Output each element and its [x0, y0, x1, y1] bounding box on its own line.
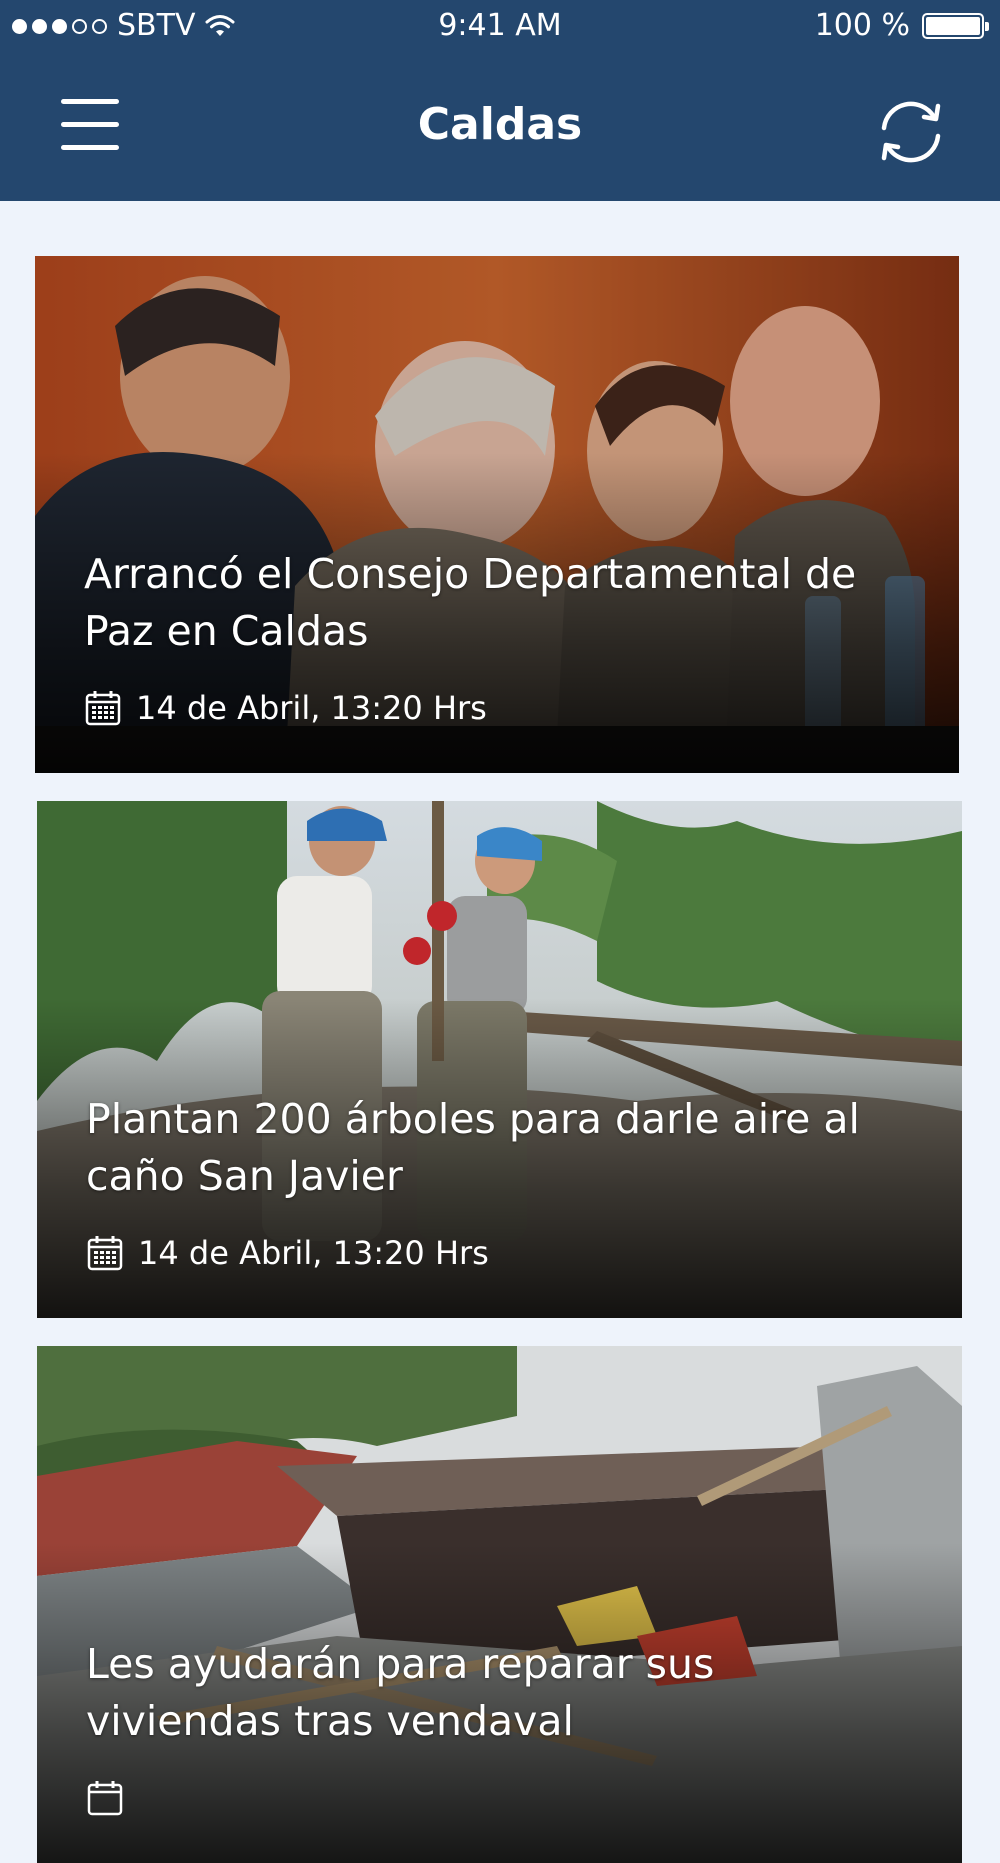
status-right: 100 % [814, 0, 989, 52]
news-date: 14 de Abril, 13:20 Hrs [136, 689, 487, 727]
calendar-icon [85, 691, 121, 726]
calendar-icon [87, 1781, 123, 1816]
news-title: Les ayudarán para reparar sus viviendas … [86, 1640, 715, 1745]
status-bar: SBTV 9:41 AM 100 % [0, 0, 1000, 52]
calendar-icon [87, 1236, 123, 1271]
battery-percent: 100 % [814, 8, 910, 43]
news-date: 14 de Abril, 13:20 Hrs [138, 1234, 489, 1272]
news-meta: 14 de Abril, 13:20 Hrs [84, 688, 487, 728]
page-title: Caldas [417, 99, 583, 150]
app-header: SBTV 9:41 AM 100 % Caldas [0, 0, 1000, 201]
news-title: Plantan 200 árboles para darle aire al c… [86, 1095, 860, 1200]
news-card[interactable]: Arrancó el Consejo Departamental de Paz … [35, 256, 959, 773]
news-feed: Arrancó el Consejo Departamental de Paz … [0, 201, 1000, 1863]
refresh-icon[interactable] [872, 93, 950, 171]
nav-bar: Caldas [0, 60, 1000, 190]
battery-icon [922, 13, 989, 39]
news-meta: 14 de Abril, 13:20 Hrs [86, 1233, 489, 1273]
news-card[interactable]: Les ayudarán para reparar sus viviendas … [37, 1346, 962, 1863]
news-meta [86, 1778, 138, 1818]
news-card[interactable]: Plantan 200 árboles para darle aire al c… [37, 801, 962, 1318]
news-title: Arrancó el Consejo Departamental de Paz … [84, 550, 857, 655]
